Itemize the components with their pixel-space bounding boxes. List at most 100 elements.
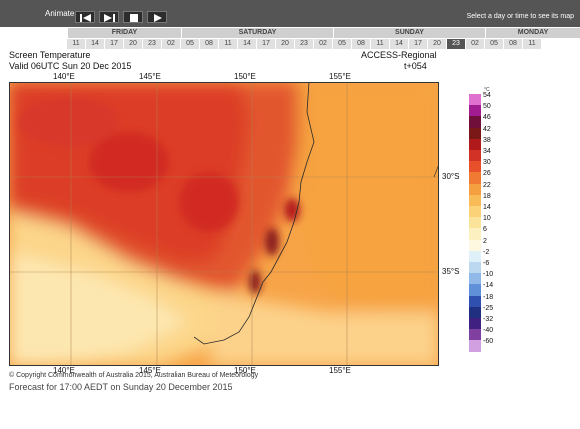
colorbar-swatch bbox=[469, 217, 481, 229]
colorbar-swatch bbox=[469, 150, 481, 162]
day-saturday[interactable]: SATURDAY bbox=[181, 28, 333, 38]
colorbar-swatch bbox=[469, 284, 481, 297]
colorbar-label: -2 bbox=[483, 248, 490, 256]
colorbar-swatch bbox=[469, 329, 481, 341]
colorbar-label: 2 bbox=[483, 237, 487, 245]
hour-cell[interactable]: 20 bbox=[124, 39, 143, 49]
copyright-text: © Copyright Commonwealth of Australia 20… bbox=[9, 372, 259, 379]
time-select-hint: Select a day or time to see its map bbox=[466, 13, 574, 20]
hour-cell[interactable]: 02 bbox=[314, 39, 333, 49]
colorbar-label: -25 bbox=[483, 304, 494, 312]
lon-label-top: 140°E bbox=[53, 72, 75, 81]
colorbar-swatch bbox=[469, 273, 481, 285]
lon-label-top: 145°E bbox=[139, 72, 161, 81]
colorbar-swatch bbox=[469, 295, 481, 308]
hour-cell[interactable]: 23 bbox=[295, 39, 314, 49]
hour-cell[interactable]: 11 bbox=[523, 39, 542, 49]
colorbar-label: 6 bbox=[483, 226, 487, 234]
hour-cell[interactable]: 23 bbox=[143, 39, 162, 49]
colorbar-label: -40 bbox=[483, 327, 494, 335]
day-friday[interactable]: FRIDAY bbox=[67, 28, 181, 38]
colorbar-label: -18 bbox=[483, 293, 494, 301]
hour-selector: 11 14 17 20 23 02 05 08 11 14 17 20 23 02 05 08 11 14 17 20… bbox=[67, 39, 580, 49]
colorbar-label: -6 bbox=[483, 260, 490, 267]
hour-cell[interactable]: 05 bbox=[485, 39, 504, 49]
hour-cell[interactable]: 05 bbox=[333, 39, 352, 49]
step-back-icon bbox=[80, 14, 91, 22]
hour-cell[interactable]: 20 bbox=[276, 39, 295, 49]
step-forward-icon bbox=[104, 14, 115, 22]
temperature-map bbox=[9, 82, 439, 366]
colorbar-swatch bbox=[469, 138, 481, 151]
stop-button[interactable] bbox=[123, 11, 143, 23]
day-sunday[interactable]: SUNDAY bbox=[333, 28, 485, 38]
hour-cell[interactable]: 14 bbox=[86, 39, 105, 49]
hour-cell[interactable]: 08 bbox=[200, 39, 219, 49]
hour-cell[interactable]: 17 bbox=[105, 39, 124, 49]
lat-label: 35°S bbox=[442, 267, 460, 276]
hour-cell[interactable]: 11 bbox=[67, 39, 86, 49]
animate-label: Animate bbox=[45, 9, 75, 18]
hour-cell[interactable]: 02 bbox=[162, 39, 181, 49]
hour-cell[interactable]: 23 bbox=[447, 39, 466, 49]
lead-time: t+054 bbox=[404, 61, 427, 71]
colorbar-label: 34 bbox=[483, 148, 491, 155]
colorbar-swatch bbox=[469, 228, 481, 241]
lon-label-top: 155°E bbox=[329, 72, 351, 81]
colorbar-label: 54 bbox=[483, 92, 491, 99]
colorbar-label: 30 bbox=[483, 159, 491, 167]
hour-cell[interactable]: 08 bbox=[504, 39, 523, 49]
colorbar-swatch bbox=[469, 318, 481, 330]
hour-cell[interactable]: 14 bbox=[390, 39, 409, 49]
hour-cell[interactable]: 11 bbox=[371, 39, 390, 49]
colorbar-label: 50 bbox=[483, 103, 491, 111]
day-selector: FRIDAY SATURDAY SUNDAY MONDAY bbox=[67, 28, 580, 38]
lon-label-top: 150°E bbox=[234, 72, 256, 81]
model-name: ACCESS-Regional bbox=[361, 50, 437, 60]
stop-icon bbox=[130, 14, 138, 22]
colorbar-label: 26 bbox=[483, 170, 491, 178]
colorbar-label: -14 bbox=[483, 282, 494, 290]
animation-toolbar: Animate Select a day or time to see its … bbox=[0, 0, 580, 27]
hour-cell[interactable]: 17 bbox=[257, 39, 276, 49]
step-forward-button[interactable] bbox=[99, 11, 119, 23]
colorbar-label: 18 bbox=[483, 192, 491, 200]
hour-cell[interactable]: 17 bbox=[409, 39, 428, 49]
colorbar-swatch bbox=[469, 127, 481, 140]
colorbar-swatch bbox=[469, 206, 481, 218]
valid-time: Valid 06UTC Sun 20 Dec 2015 bbox=[9, 61, 132, 71]
colorbar-swatch bbox=[469, 183, 481, 196]
colorbar-swatch bbox=[469, 116, 481, 129]
map-title: Screen Temperature bbox=[9, 50, 91, 60]
colorbar-swatch bbox=[469, 94, 481, 106]
colorbar-label: 46 bbox=[483, 114, 491, 122]
colorbar-swatch bbox=[469, 340, 481, 353]
hour-cell[interactable]: 20 bbox=[428, 39, 447, 49]
colorbar-label: 38 bbox=[483, 136, 491, 144]
step-back-button[interactable] bbox=[75, 11, 95, 23]
colorbar-swatch bbox=[469, 194, 481, 207]
colorbar-label: -60 bbox=[483, 338, 494, 346]
colorbar-label: -10 bbox=[483, 271, 494, 279]
colorbar-swatch bbox=[469, 306, 481, 319]
forecast-caption: Forecast for 17:00 AEDT on Sunday 20 Dec… bbox=[9, 382, 233, 392]
play-icon bbox=[154, 14, 162, 22]
colorbar-swatch bbox=[469, 105, 481, 117]
colorbar-swatch bbox=[469, 239, 481, 252]
hour-cell[interactable]: 05 bbox=[181, 39, 200, 49]
play-button[interactable] bbox=[147, 11, 167, 23]
colorbar-label: 14 bbox=[483, 204, 491, 211]
hour-cell[interactable]: 02 bbox=[466, 39, 485, 49]
hour-cell[interactable]: 14 bbox=[238, 39, 257, 49]
colorbar-swatch bbox=[469, 250, 481, 263]
colorbar-label: -32 bbox=[483, 316, 494, 323]
colorbar-swatch bbox=[469, 172, 481, 185]
lon-label-bottom: 155°E bbox=[329, 366, 351, 375]
colorbar-swatch bbox=[469, 161, 481, 173]
hour-cell[interactable]: 11 bbox=[219, 39, 238, 49]
colorbar-label: 42 bbox=[483, 125, 491, 133]
colorbar-label: 22 bbox=[483, 181, 491, 189]
day-monday[interactable]: MONDAY bbox=[485, 28, 580, 38]
lat-label: 30°S bbox=[442, 172, 460, 181]
hour-cell[interactable]: 08 bbox=[352, 39, 371, 49]
